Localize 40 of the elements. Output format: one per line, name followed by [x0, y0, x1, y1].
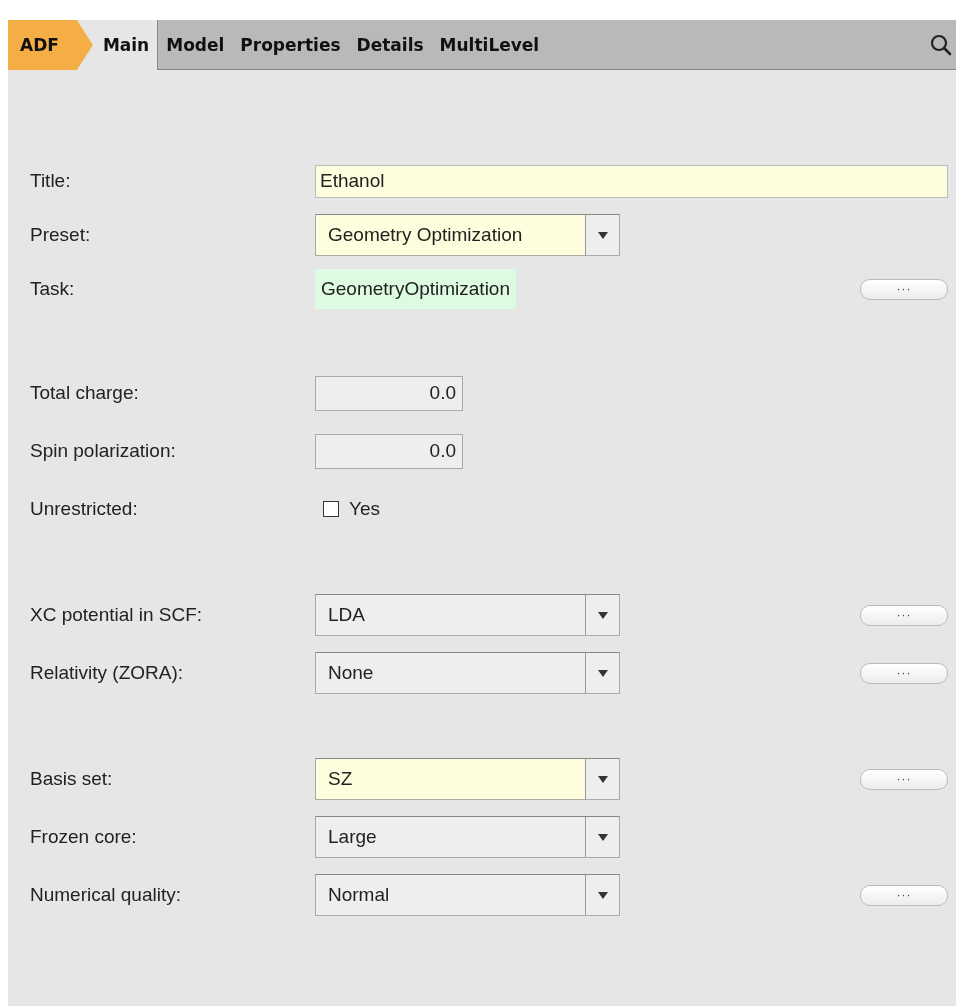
more-button[interactable]: ···	[860, 884, 948, 906]
dropdown[interactable]: None	[315, 652, 620, 694]
dropdown[interactable]: SZ	[315, 758, 620, 800]
caret-icon	[597, 231, 608, 239]
tab[interactable]: Properties	[232, 20, 349, 70]
field-label: XC potential in SCF:	[30, 604, 204, 626]
field-label: Numerical quality:	[30, 884, 182, 906]
field-label: Task:	[30, 278, 76, 300]
dropdown[interactable]: LDA	[315, 594, 620, 636]
value-display: GeometryOptimization	[315, 269, 516, 309]
checkbox-label: Yes	[349, 498, 380, 520]
caret-icon	[597, 669, 608, 677]
input-field[interactable]: Ethanol	[315, 164, 948, 198]
caret-icon	[597, 891, 608, 899]
dropdown[interactable]: Large	[315, 816, 620, 858]
field-label: Relativity (ZORA):	[30, 662, 185, 684]
caret-icon	[597, 775, 608, 783]
field-label: Total charge:	[30, 382, 140, 404]
checkbox[interactable]	[323, 501, 339, 517]
more-button[interactable]: ···	[860, 662, 948, 684]
field-label: Frozen core:	[30, 826, 138, 848]
field-label: Title:	[30, 170, 72, 192]
tab[interactable]: Model	[158, 20, 233, 70]
app-badge: ADF	[8, 20, 93, 70]
field-label: Unrestricted:	[30, 498, 139, 520]
dropdown[interactable]: Geometry Optimization	[315, 214, 620, 256]
search-icon[interactable]	[930, 33, 952, 56]
number-field[interactable]: 0.0	[315, 433, 463, 469]
caret-icon	[597, 611, 608, 619]
field-label: Spin polarization:	[30, 440, 177, 462]
dropdown[interactable]: Normal	[315, 874, 620, 916]
caret-icon	[597, 833, 608, 841]
tab[interactable]: MultiLevel	[431, 20, 548, 70]
more-button[interactable]: ···	[860, 278, 948, 300]
more-button[interactable]: ···	[860, 604, 948, 626]
more-button[interactable]: ···	[860, 768, 948, 790]
field-label: Preset:	[30, 224, 92, 246]
field-label: Basis set:	[30, 768, 114, 790]
number-field[interactable]: 0.0	[315, 375, 463, 411]
tab[interactable]: Details	[348, 20, 432, 70]
